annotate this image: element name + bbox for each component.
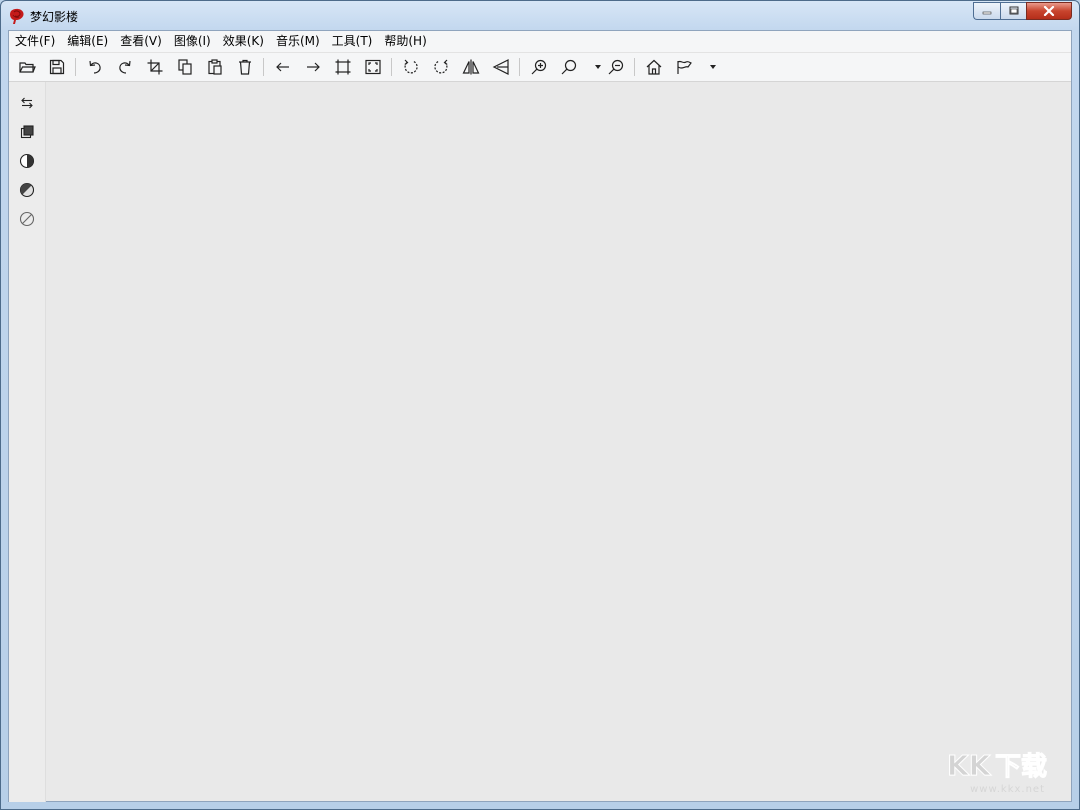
- no-filter-icon: [19, 211, 35, 227]
- delete-button[interactable]: [233, 56, 257, 78]
- zoom-in-button[interactable]: [527, 56, 551, 78]
- menu-image[interactable]: 图像(I): [168, 32, 217, 51]
- zoom-out-button[interactable]: [604, 56, 628, 78]
- arrow-left-icon: [276, 62, 289, 72]
- side-toolbar: [9, 82, 46, 802]
- caption-buttons: [973, 2, 1072, 20]
- app-window: 梦幻影楼 文件(F) 编辑(E) 查看(V) 图像(I) 效果(K) 音乐(M)…: [0, 0, 1080, 810]
- maximize-button[interactable]: [1000, 2, 1026, 20]
- redo-button[interactable]: [113, 56, 137, 78]
- close-button[interactable]: [1026, 2, 1072, 20]
- undo-button[interactable]: [83, 56, 107, 78]
- zoom-icon: [561, 59, 577, 75]
- undo-icon: [89, 60, 101, 74]
- zoom-button[interactable]: [557, 56, 581, 78]
- rotate-left-icon: [404, 59, 418, 74]
- swap-icon: [21, 97, 33, 109]
- menu-file[interactable]: 文件(F): [9, 32, 61, 51]
- zoom-out-icon: [608, 59, 624, 75]
- window-title: 梦幻影楼: [30, 10, 79, 24]
- next-button[interactable]: [301, 56, 325, 78]
- layers-button[interactable]: [16, 121, 38, 143]
- crop-button[interactable]: [143, 56, 167, 78]
- menu-music[interactable]: 音乐(M): [270, 32, 326, 51]
- redo-icon: [119, 60, 131, 74]
- flip-horizontal-button[interactable]: [459, 56, 483, 78]
- rotate-right-button[interactable]: [429, 56, 453, 78]
- toolbar: [9, 53, 1071, 82]
- paste-icon: [208, 59, 222, 75]
- paste-button[interactable]: [203, 56, 227, 78]
- minimize-icon: [982, 11, 992, 15]
- watermark-url: www.kkx.net: [970, 784, 1045, 795]
- menu-edit[interactable]: 编辑(E): [61, 32, 114, 51]
- open-folder-icon: [19, 62, 36, 73]
- toolbar-separator: [263, 58, 264, 76]
- close-icon: [1043, 6, 1055, 16]
- flip-vertical-icon: [492, 59, 509, 75]
- menu-tools[interactable]: 工具(T): [326, 32, 379, 51]
- rotate-right-icon: [434, 59, 448, 74]
- fit-window-button[interactable]: [331, 56, 355, 78]
- flag-dropdown[interactable]: [709, 57, 717, 77]
- crop-icon: [147, 59, 163, 75]
- home-button[interactable]: [642, 56, 666, 78]
- fullscreen-button[interactable]: [361, 56, 385, 78]
- open-button[interactable]: [15, 56, 39, 78]
- title-bar[interactable]: 梦幻影楼: [1, 1, 1079, 31]
- swap-button[interactable]: [16, 92, 38, 114]
- menu-effects[interactable]: 效果(K): [217, 32, 270, 51]
- svg-text:下载: 下载: [995, 752, 1047, 781]
- arrow-right-icon: [307, 62, 320, 72]
- client-area: 文件(F) 编辑(E) 查看(V) 图像(I) 效果(K) 音乐(M) 工具(T…: [8, 30, 1072, 802]
- dropdown-arrow-icon: [710, 65, 716, 69]
- previous-button[interactable]: [271, 56, 295, 78]
- delete-icon: [239, 59, 251, 75]
- svg-text:KK: KK: [947, 749, 992, 781]
- rotate-left-button[interactable]: [399, 56, 423, 78]
- flip-vertical-button[interactable]: [489, 56, 513, 78]
- toolbar-separator: [519, 58, 520, 76]
- flag-icon: [677, 60, 692, 74]
- save-button[interactable]: [45, 56, 69, 78]
- zoom-dropdown[interactable]: [594, 57, 602, 77]
- kk-download-logo: KK 下载: [947, 749, 1048, 782]
- toolbar-separator: [75, 58, 76, 76]
- fit-window-icon: [335, 59, 351, 75]
- copy-button[interactable]: [173, 56, 197, 78]
- image-canvas[interactable]: KK 下载 www.kkx.net: [46, 82, 1071, 801]
- home-icon: [646, 59, 662, 75]
- menu-view[interactable]: 查看(V): [114, 32, 168, 51]
- brightness-icon: [19, 182, 35, 198]
- fullscreen-icon: [365, 59, 381, 75]
- no-filter-button[interactable]: [16, 208, 38, 230]
- menu-help[interactable]: 帮助(H): [378, 32, 432, 51]
- brightness-button[interactable]: [16, 179, 38, 201]
- save-icon: [49, 59, 65, 75]
- red-rose-icon: [10, 8, 24, 24]
- contrast-button[interactable]: [16, 150, 38, 172]
- half-contrast-icon: [19, 153, 35, 169]
- zoom-in-icon: [531, 59, 547, 75]
- copy-icon: [178, 59, 192, 75]
- maximize-icon: [1009, 6, 1018, 15]
- flag-button[interactable]: [672, 56, 696, 78]
- toolbar-separator: [634, 58, 635, 76]
- toolbar-separator: [391, 58, 392, 76]
- flip-horizontal-icon: [462, 59, 480, 75]
- dropdown-arrow-icon: [595, 65, 601, 69]
- minimize-button[interactable]: [973, 2, 1000, 20]
- layers-icon: [20, 125, 34, 139]
- menu-bar: 文件(F) 编辑(E) 查看(V) 图像(I) 效果(K) 音乐(M) 工具(T…: [9, 31, 1071, 53]
